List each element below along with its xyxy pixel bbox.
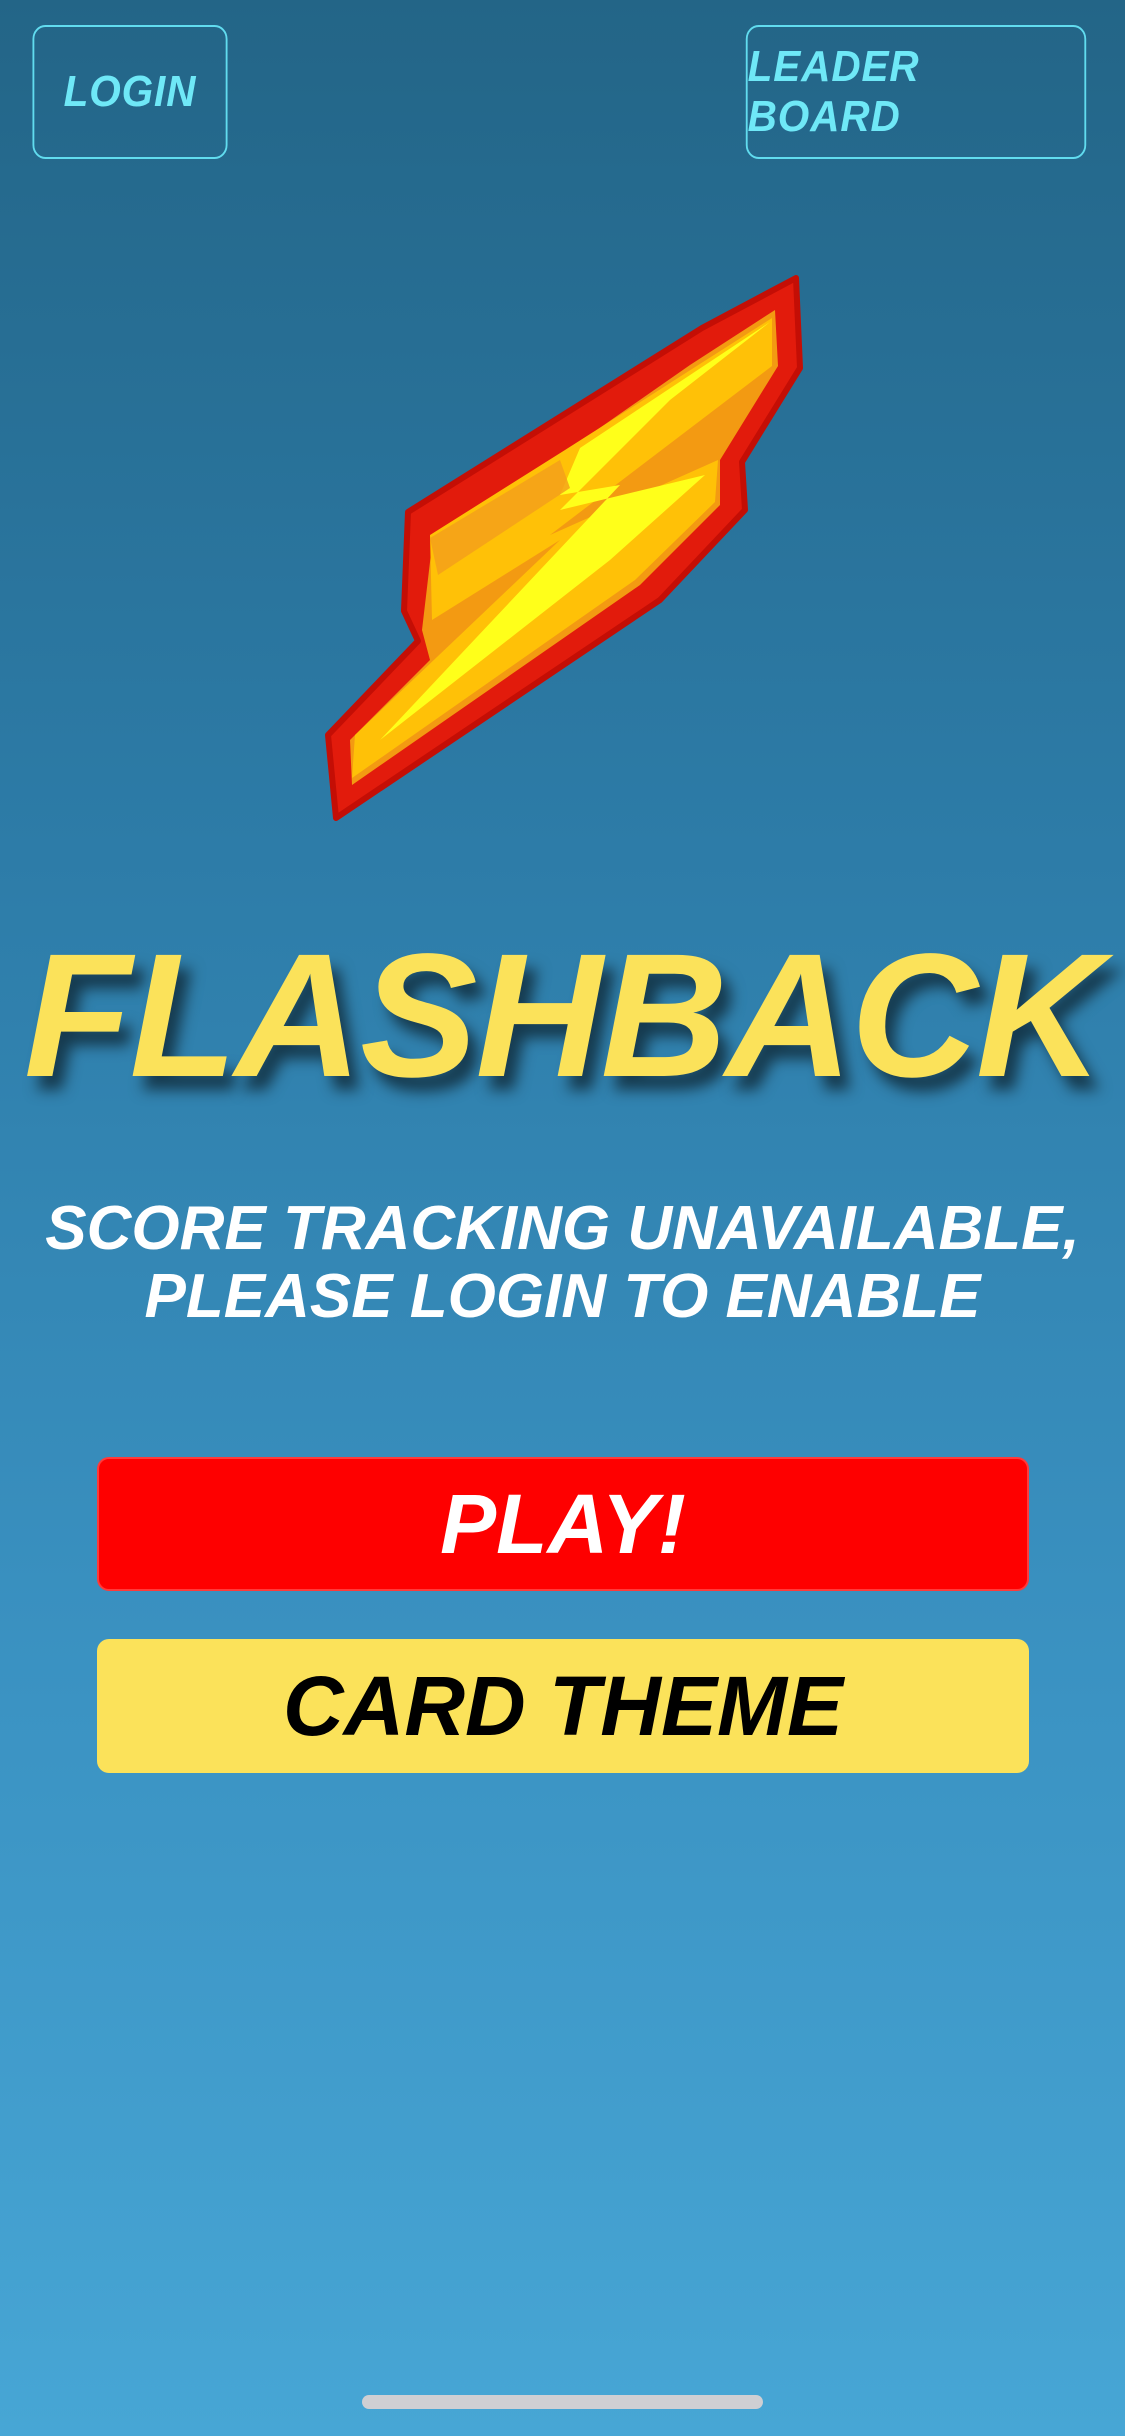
home-indicator[interactable] — [362, 2395, 763, 2409]
score-tracking-status: SCORE TRACKING UNAVAILABLE, PLEASE LOGIN… — [0, 1195, 1125, 1331]
login-button[interactable]: LOGIN — [32, 25, 228, 159]
card-theme-button[interactable]: CARD THEME — [97, 1639, 1029, 1773]
status-line-2: PLEASE LOGIN TO ENABLE — [144, 1262, 981, 1331]
leaderboard-button[interactable]: LEADER BOARD — [745, 25, 1087, 159]
login-button-label: LOGIN — [63, 67, 197, 116]
play-button-label: PLAY! — [440, 1476, 686, 1571]
lightning-bolt-icon — [325, 275, 803, 821]
status-line-1: SCORE TRACKING UNAVAILABLE, — [45, 1194, 1080, 1263]
play-button[interactable]: PLAY! — [97, 1457, 1029, 1591]
app-title: FLASHBACK — [23, 918, 1103, 1114]
card-theme-button-label: CARD THEME — [283, 1658, 843, 1753]
leaderboard-button-label: LEADER BOARD — [747, 42, 920, 141]
